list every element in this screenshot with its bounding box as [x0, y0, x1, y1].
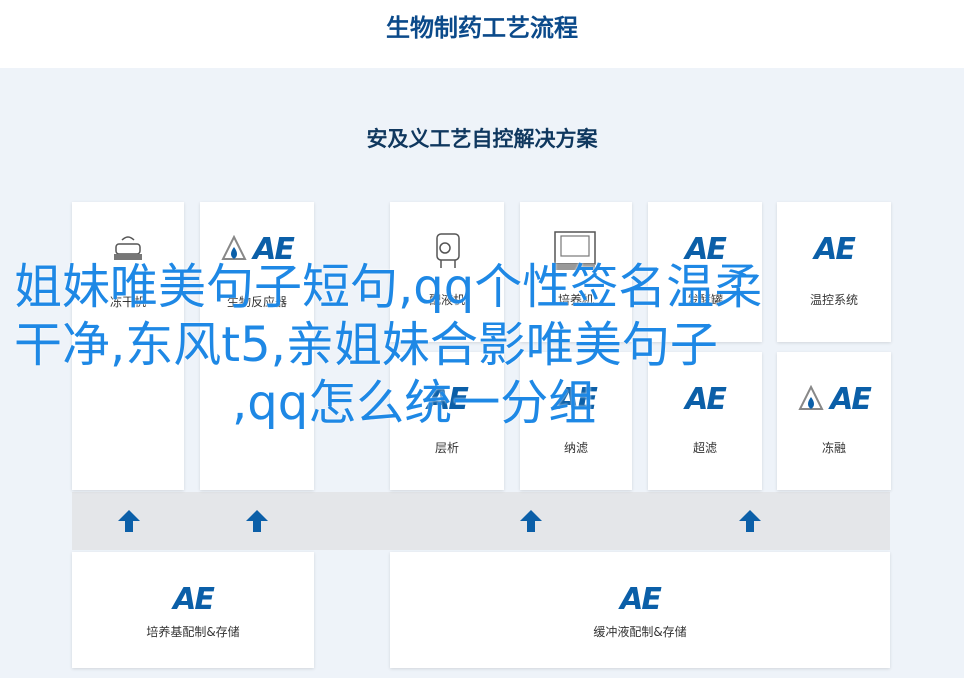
- ae-logo-icon: AE: [620, 582, 662, 617]
- overlay-line: 干净,东风t5,亲姐妹合影唯美句子: [14, 317, 718, 373]
- card-label: 培养基配制&存储: [146, 625, 240, 639]
- overlay-line: 姐妹唯美句子短句,qq个性签名温柔: [14, 259, 763, 315]
- card-label: 超滤: [692, 441, 717, 455]
- panel-title: 安及义工艺自控解决方案: [366, 127, 598, 151]
- card-label: 冻融: [821, 441, 846, 455]
- card-label: 缓冲液配制&存储: [593, 625, 687, 639]
- ae-logo-icon: AE: [173, 582, 215, 617]
- page-title: 生物制药工艺流程: [386, 13, 578, 42]
- overlay-text: 姐妹唯美句子短句,qq个性签名温柔 干净,东风t5,亲姐妹合影唯美句子 ,qq怎…: [14, 258, 894, 432]
- overlay-line: ,qq怎么统一分组: [232, 375, 597, 431]
- card-media-prep: AE 培养基配制&存储: [72, 552, 314, 668]
- card-label: 层析: [434, 441, 459, 455]
- card-buffer-prep: AE 缓冲液配制&存储: [390, 552, 890, 668]
- flow-band: [72, 492, 890, 550]
- arrow-up-icon: [118, 510, 140, 532]
- arrow-up-icon: [739, 510, 761, 532]
- arrow-up-icon: [246, 510, 268, 532]
- arrow-up-icon: [520, 510, 542, 532]
- card-label: 纳滤: [563, 441, 588, 455]
